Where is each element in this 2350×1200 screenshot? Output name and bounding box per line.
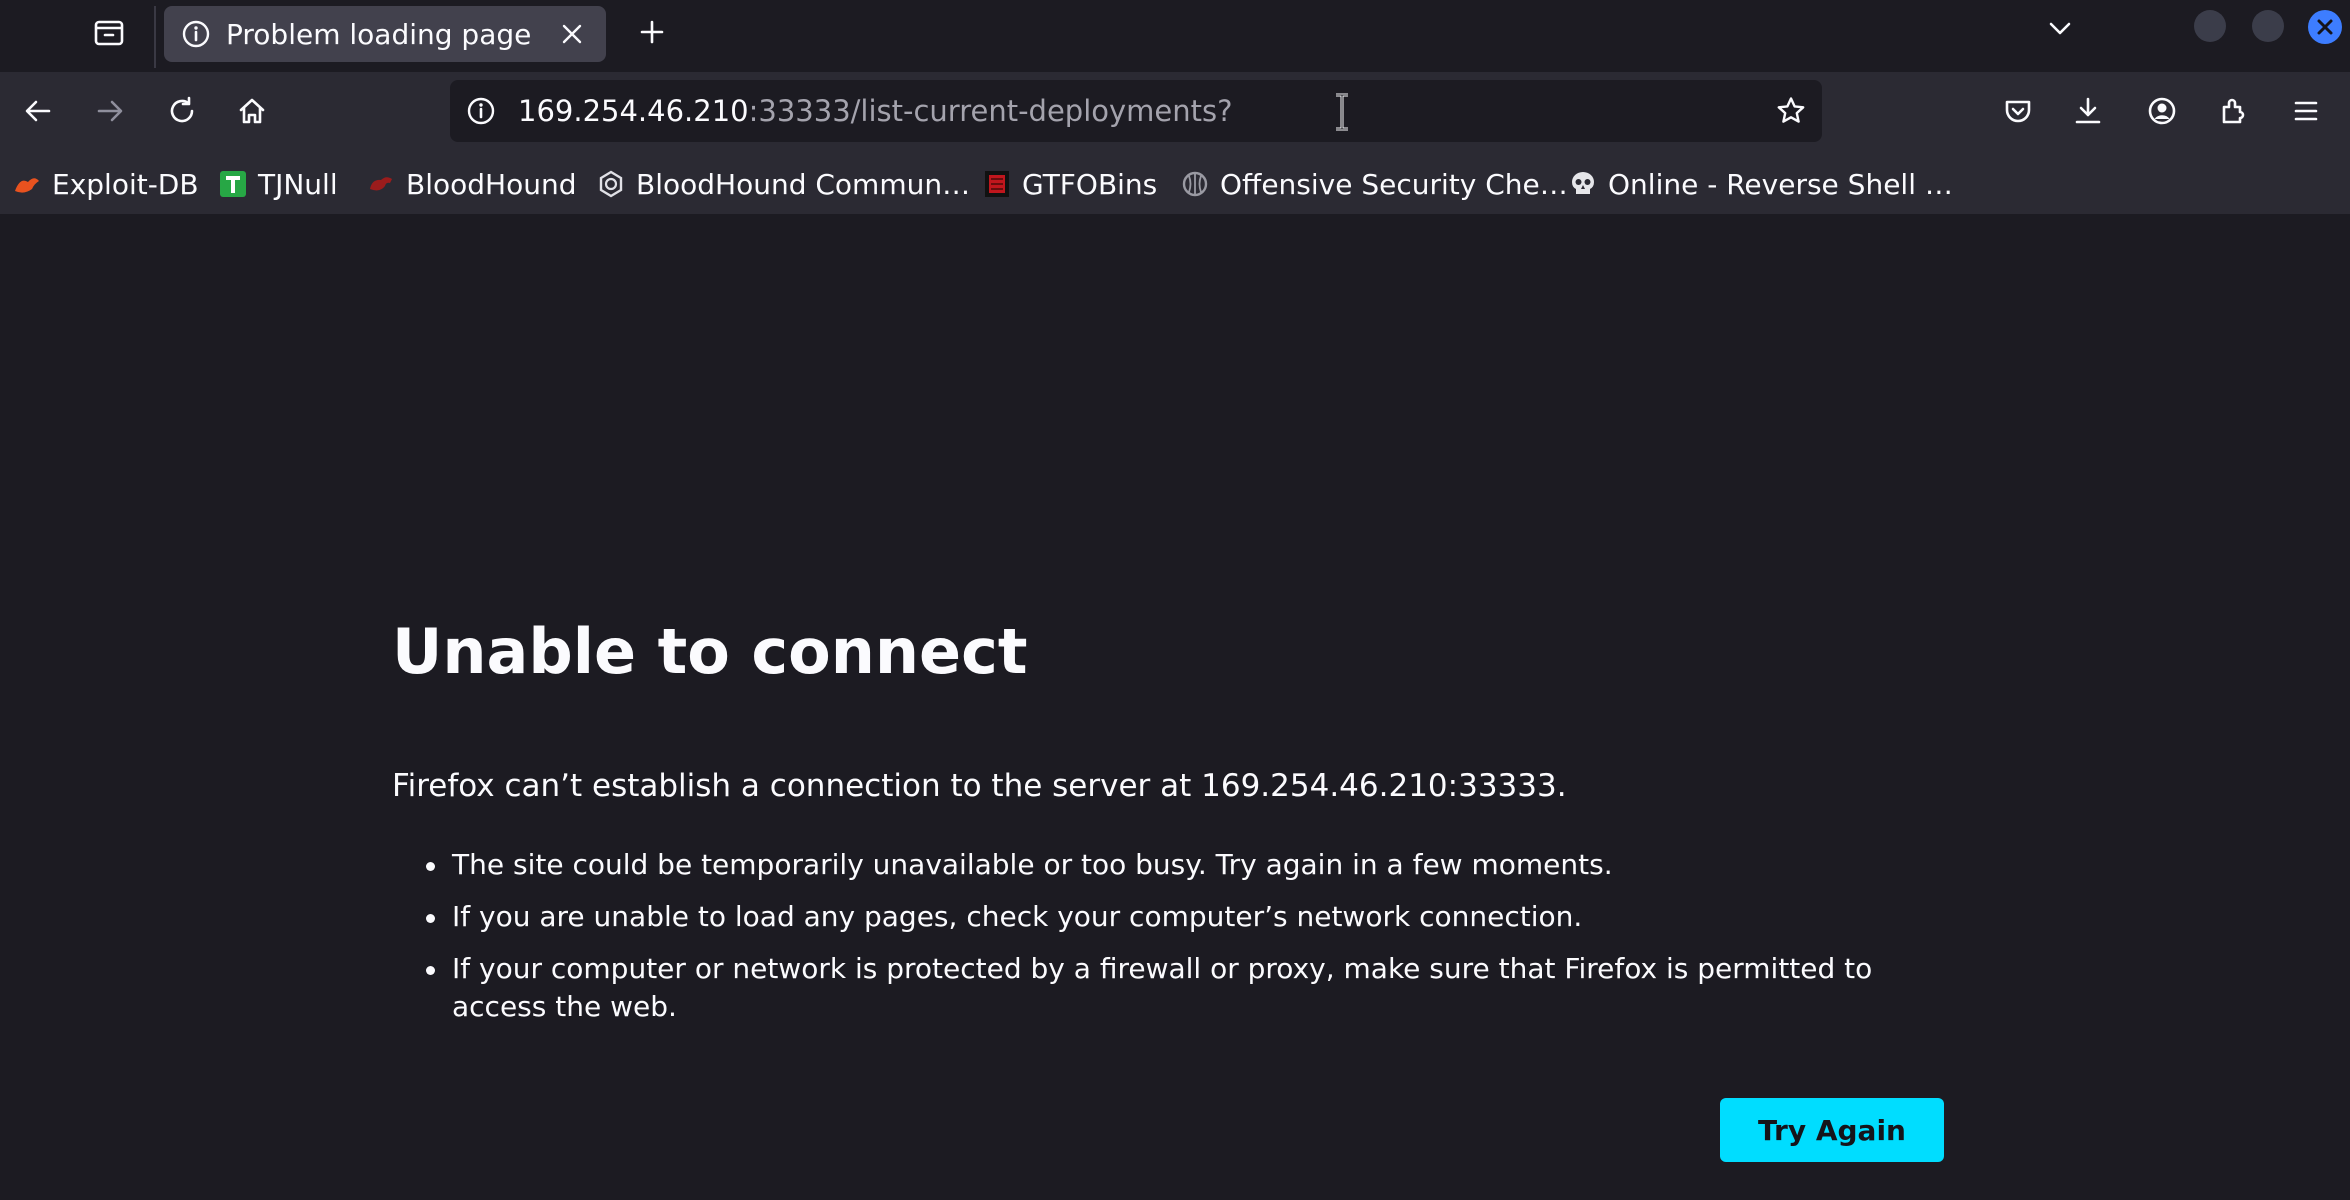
new-tab-button[interactable] xyxy=(630,10,674,54)
error-suggestions: The site could be temporarily unavailabl… xyxy=(426,846,1946,1040)
bookmark-exploit-db[interactable]: Exploit-DB xyxy=(12,164,199,204)
bookmark-label: TJNull xyxy=(258,167,338,201)
url-text[interactable]: 169.254.46.210:33333/list-current-deploy… xyxy=(518,94,1233,128)
bloodhound-community-icon xyxy=(596,169,626,199)
site-info-icon[interactable] xyxy=(464,94,498,128)
close-icon[interactable] xyxy=(556,18,588,50)
bookmark-label: Exploit-DB xyxy=(52,167,199,201)
home-button[interactable] xyxy=(230,89,274,133)
account-icon[interactable] xyxy=(2140,89,2184,133)
offsec-icon xyxy=(1180,169,1210,199)
tab-strip-divider xyxy=(154,6,156,68)
navigation-toolbar: 169.254.46.210:33333/list-current-deploy… xyxy=(0,72,2350,150)
maximize-button[interactable] xyxy=(2252,10,2284,42)
bookmark-label: Online - Reverse Shell … xyxy=(1608,167,1953,201)
tab-overview-icon[interactable] xyxy=(88,12,130,54)
list-item: If you are unable to load any pages, che… xyxy=(426,898,1946,936)
text-cursor-icon xyxy=(1330,90,1354,134)
bloodhound-icon xyxy=(366,169,396,199)
chevron-down-icon[interactable] xyxy=(2040,8,2080,48)
extensions-icon[interactable] xyxy=(2212,89,2256,133)
pocket-icon[interactable] xyxy=(1996,89,2040,133)
forward-button[interactable] xyxy=(88,89,132,133)
bookmark-label: GTFOBins xyxy=(1022,167,1158,201)
reload-button[interactable] xyxy=(160,89,204,133)
window-close-button[interactable] xyxy=(2308,10,2342,44)
bookmark-tjnull[interactable]: TJNull xyxy=(218,164,338,204)
bookmark-label: Offensive Security Che… xyxy=(1220,167,1568,201)
minimize-button[interactable] xyxy=(2194,10,2226,42)
back-button[interactable] xyxy=(16,89,60,133)
tab-problem-loading[interactable]: Problem loading page xyxy=(164,6,606,62)
page-title: Unable to connect xyxy=(392,615,1028,688)
downloads-icon[interactable] xyxy=(2066,89,2110,133)
bookmark-reverse-shell[interactable]: Online - Reverse Shell … xyxy=(1568,164,1953,204)
bookmark-label: BloodHound Commun… xyxy=(636,167,971,201)
tab-strip: Problem loading page xyxy=(0,0,2350,72)
url-host: 169.254.46.210 xyxy=(518,94,749,128)
list-item: If your computer or network is protected… xyxy=(426,950,1946,1026)
tab-title: Problem loading page xyxy=(226,17,532,51)
menu-icon[interactable] xyxy=(2284,89,2328,133)
address-bar[interactable]: 169.254.46.210:33333/list-current-deploy… xyxy=(450,80,1822,142)
list-item: The site could be temporarily unavailabl… xyxy=(426,846,1946,884)
bookmarks-toolbar: Exploit-DB TJNull BloodHound BloodHound … xyxy=(0,150,2350,216)
bookmark-gtfobins[interactable]: GTFOBins xyxy=(982,164,1157,204)
bookmark-label: BloodHound xyxy=(406,167,577,201)
gtfobins-icon xyxy=(982,169,1012,199)
skull-icon xyxy=(1568,169,1598,199)
bookmark-offensive-security[interactable]: Offensive Security Che… xyxy=(1180,164,1568,204)
url-path: :33333/list-current-deployments? xyxy=(748,94,1233,128)
tjnull-icon xyxy=(218,169,248,199)
exploit-db-icon xyxy=(12,169,42,199)
bookmark-star-icon[interactable] xyxy=(1772,92,1810,130)
error-description: Firefox can’t establish a connection to … xyxy=(392,768,1567,804)
try-again-button[interactable]: Try Again xyxy=(1720,1098,1944,1162)
bookmark-bloodhound-community[interactable]: BloodHound Commun… xyxy=(596,164,970,204)
bookmark-bloodhound[interactable]: BloodHound xyxy=(366,164,576,204)
info-icon xyxy=(180,18,212,50)
